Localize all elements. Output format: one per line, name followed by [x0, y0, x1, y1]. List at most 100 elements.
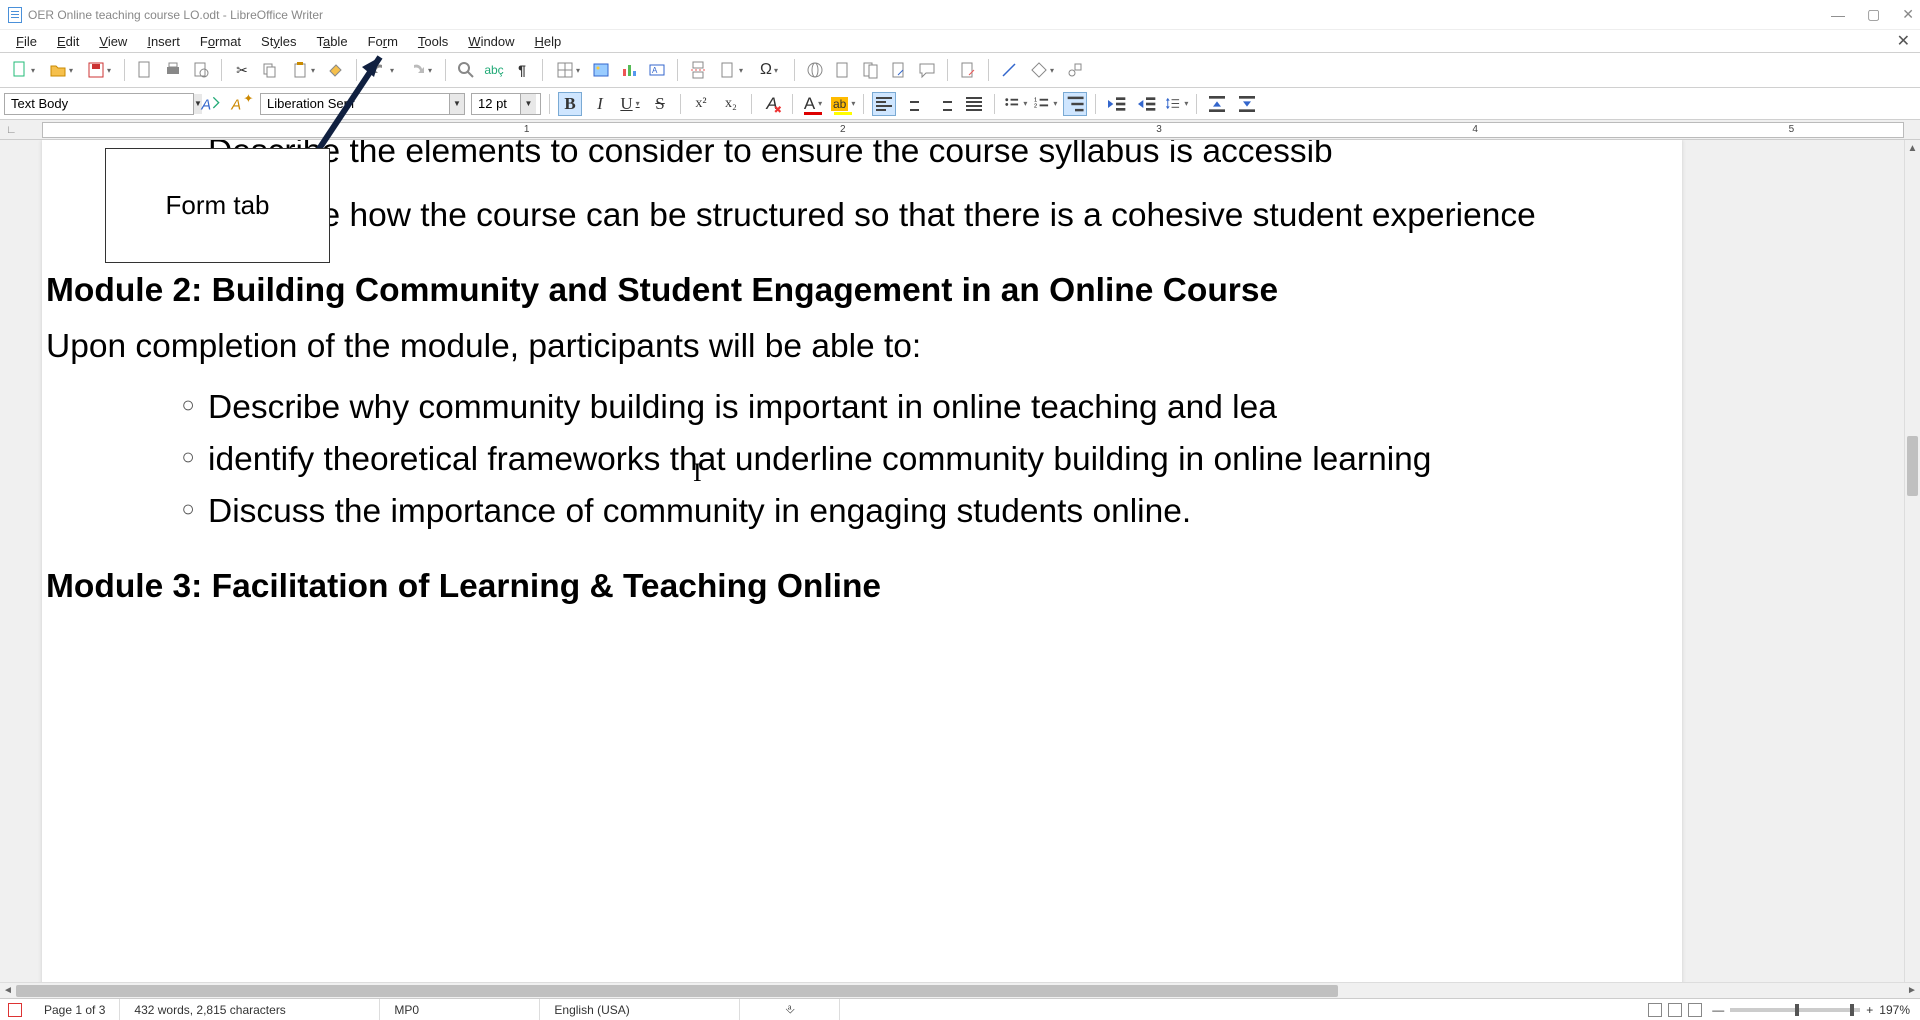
status-language[interactable]: English (USA) [540, 999, 740, 1020]
list-item[interactable]: ○ identify theoretical frameworks that u… [168, 438, 1682, 482]
menu-form[interactable]: Form [358, 32, 408, 51]
find-replace-button[interactable] [454, 58, 478, 82]
outline-list-button[interactable] [1063, 92, 1087, 116]
list-item-text[interactable]: identify theoretical frameworks that und… [208, 438, 1682, 482]
decrease-space-button[interactable] [1235, 92, 1259, 116]
bullet-list-button[interactable] [1003, 92, 1027, 116]
align-center-button[interactable] [902, 92, 926, 116]
paragraph-style-combo[interactable]: ▼ [4, 93, 194, 115]
draw-functions-button[interactable] [1063, 58, 1087, 82]
heading-module-2[interactable]: Module 2: Building Community and Student… [42, 272, 1682, 310]
paragraph-style-input[interactable] [5, 94, 193, 114]
list-item-text[interactable]: Describe how the course can be structure… [208, 194, 1682, 238]
italic-button[interactable]: I [588, 92, 612, 116]
font-size-combo[interactable]: ▼ [471, 93, 541, 115]
insert-textbox-button[interactable]: A [645, 58, 669, 82]
redo-button[interactable] [403, 58, 437, 82]
clone-formatting-button[interactable] [324, 58, 348, 82]
print-preview-button[interactable] [189, 58, 213, 82]
comment-button[interactable] [915, 58, 939, 82]
list-item-text[interactable]: Describe why community building is impor… [208, 386, 1682, 430]
zoom-slider-knob[interactable] [1850, 1004, 1854, 1016]
menu-styles[interactable]: Styles [251, 32, 306, 51]
multi-page-view-icon[interactable] [1668, 1003, 1682, 1017]
increase-indent-button[interactable] [1104, 92, 1128, 116]
minimize-button[interactable]: — [1831, 7, 1845, 23]
list-item-text[interactable]: Discuss the importance of community in e… [208, 490, 1682, 534]
close-document-button[interactable]: ✕ [1897, 31, 1910, 51]
menu-view[interactable]: View [89, 32, 137, 51]
bold-button[interactable]: B [558, 92, 582, 116]
cut-button[interactable]: ✂ [230, 58, 254, 82]
paragraph-intro[interactable]: Upon completion of the module, participa… [42, 328, 1682, 366]
new-document-button[interactable] [6, 58, 40, 82]
single-page-view-icon[interactable] [1648, 1003, 1662, 1017]
insert-chart-button[interactable] [617, 58, 641, 82]
zoom-percent[interactable]: 197% [1879, 1003, 1910, 1017]
list-item[interactable]: ○ Describe how the course can be structu… [168, 194, 1682, 238]
highlight-button[interactable]: ab [831, 92, 855, 116]
menu-tools[interactable]: Tools [408, 32, 458, 51]
line-button[interactable] [997, 58, 1021, 82]
undo-button[interactable] [365, 58, 399, 82]
menu-table[interactable]: Table [306, 32, 357, 51]
book-view-icon[interactable] [1688, 1003, 1702, 1017]
hyperlink-button[interactable] [803, 58, 827, 82]
save-button[interactable] [82, 58, 116, 82]
close-window-button[interactable]: ✕ [1902, 6, 1914, 23]
copy-button[interactable] [258, 58, 282, 82]
special-char-button[interactable]: Ω [752, 58, 786, 82]
underline-button[interactable]: U [618, 92, 642, 116]
status-insert-mode[interactable]: ⎀ [740, 999, 840, 1020]
zoom-out-button[interactable]: — [1712, 1003, 1724, 1017]
document-area[interactable]: ○ Describe the elements to consider to e… [0, 140, 1920, 998]
list-item[interactable]: ○ Describe why community building is imp… [168, 386, 1682, 430]
insert-image-button[interactable] [589, 58, 613, 82]
basic-shapes-button[interactable] [1025, 58, 1059, 82]
font-name-combo[interactable]: ▼ [260, 93, 465, 115]
status-page-style[interactable]: MP0 [380, 999, 540, 1020]
update-style-button[interactable]: A [200, 92, 224, 116]
new-style-button[interactable]: A✦ [230, 92, 254, 116]
zoom-in-button[interactable]: + [1866, 1003, 1873, 1017]
font-size-input[interactable] [472, 94, 520, 114]
spellcheck-button[interactable]: abç [482, 58, 506, 82]
line-spacing-button[interactable] [1164, 92, 1188, 116]
footnote-button[interactable] [831, 58, 855, 82]
align-justify-button[interactable] [962, 92, 986, 116]
strikethrough-button[interactable]: S [648, 92, 672, 116]
cross-ref-button[interactable] [887, 58, 911, 82]
print-button[interactable] [161, 58, 185, 82]
scroll-thumb[interactable] [1907, 436, 1918, 496]
maximize-button[interactable]: ▢ [1867, 6, 1880, 23]
status-page[interactable]: Page 1 of 3 [30, 999, 120, 1020]
list-item[interactable]: ○ Describe the elements to consider to e… [168, 148, 1682, 186]
insert-table-button[interactable] [551, 58, 585, 82]
zoom-slider[interactable] [1730, 1008, 1860, 1012]
increase-space-button[interactable] [1205, 92, 1229, 116]
list-item[interactable]: ○ Discuss the importance of community in… [168, 490, 1682, 534]
decrease-indent-button[interactable] [1134, 92, 1158, 116]
font-color-button[interactable]: A [801, 92, 825, 116]
scroll-thumb[interactable] [16, 985, 1338, 997]
paste-button[interactable] [286, 58, 320, 82]
chevron-down-icon[interactable]: ▼ [520, 94, 536, 114]
scroll-up-button[interactable]: ▲ [1905, 140, 1920, 156]
page[interactable]: ○ Describe the elements to consider to e… [42, 140, 1682, 998]
formatting-marks-button[interactable]: ¶ [510, 58, 534, 82]
bookmark-button[interactable] [859, 58, 883, 82]
save-status-icon[interactable] [8, 1003, 22, 1017]
align-left-button[interactable] [872, 92, 896, 116]
menu-help[interactable]: Help [525, 32, 572, 51]
insert-field-button[interactable] [714, 58, 748, 82]
horizontal-ruler[interactable]: ∟ 1 2 3 4 5 [0, 120, 1920, 140]
menu-edit[interactable]: Edit [47, 32, 89, 51]
open-button[interactable] [44, 58, 78, 82]
menu-file[interactable]: File [6, 32, 47, 51]
heading-module-3[interactable]: Module 3: Facilitation of Learning & Tea… [42, 568, 1682, 606]
horizontal-scrollbar[interactable]: ◄ ► [0, 982, 1920, 998]
menu-insert[interactable]: Insert [137, 32, 190, 51]
font-name-input[interactable] [261, 94, 449, 114]
scroll-right-button[interactable]: ► [1904, 985, 1920, 996]
menu-format[interactable]: Format [190, 32, 251, 51]
